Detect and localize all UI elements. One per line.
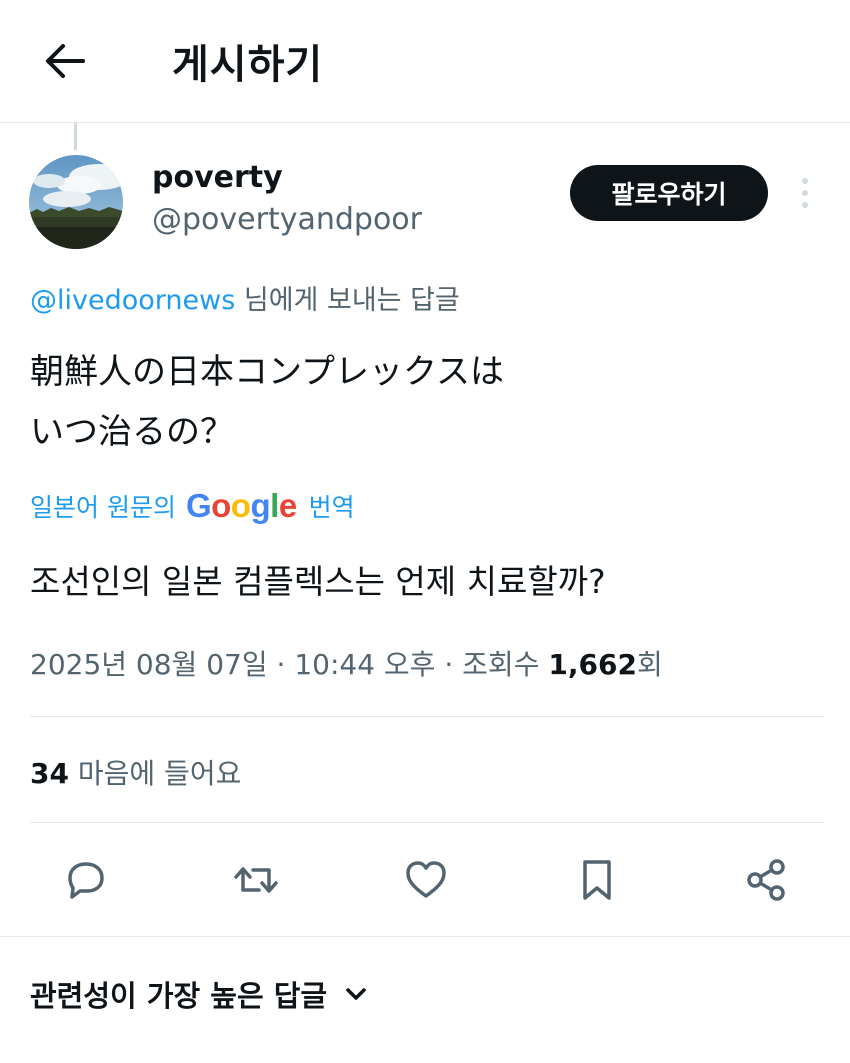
reply-context: @livedoornews 님에게 보내는 답글 [30, 278, 460, 317]
action-bar [0, 850, 850, 910]
likes-label: 마음에 들어요 [77, 757, 242, 790]
tweet-text-line: いつ治るの？ [30, 412, 234, 452]
follow-button[interactable]: 팔로우하기 [570, 165, 768, 221]
arrow-left-icon [46, 44, 85, 78]
user-handle[interactable]: @povertyandpoor [152, 202, 422, 237]
google-logo: Google [185, 487, 297, 524]
heart-icon [406, 861, 446, 898]
chevron-down-icon [345, 983, 367, 1005]
divider [30, 716, 824, 717]
translate-suffix: 번역 [308, 493, 355, 522]
views-count: 1,662 [548, 648, 637, 681]
display-name[interactable]: poverty [152, 160, 283, 195]
reply-context-suffix: 님에게 보내는 답글 [243, 285, 460, 316]
translated-text: 조선인의 일본 컴플렉스는 언제 치료할까? [30, 562, 606, 601]
page-title: 게시하기 [172, 42, 324, 88]
tweet-metadata: 2025년 08월 07일 · 10:44 오후 · 조회수 1,662회 [30, 643, 663, 683]
likes-count: 34 [30, 757, 69, 790]
meta-separator: · [444, 648, 454, 681]
back-button[interactable] [40, 36, 90, 86]
repost-icon [234, 867, 278, 893]
repost-button[interactable] [226, 850, 286, 910]
tweet-time[interactable]: 10:44 오후 [294, 648, 435, 681]
reply-sort-selector[interactable]: 관련성이 가장 높은 답글 [30, 972, 367, 1016]
thread-connector-line [74, 123, 77, 150]
avatar[interactable] [29, 155, 123, 249]
translate-prefix: 일본어 원문의 [30, 493, 176, 522]
top-bar: 게시하기 [0, 0, 850, 123]
tweet-date[interactable]: 2025년 08월 07일 [30, 648, 268, 681]
share-button[interactable] [737, 850, 797, 910]
tweet-text: 朝鮮人の日本コンプレックスは いつ治るの？ [30, 342, 504, 462]
reply-sort-label: 관련성이 가장 높은 답글 [30, 979, 328, 1013]
more-options-button[interactable] [790, 175, 820, 211]
likes-summary[interactable]: 34 마음에 들어요 [30, 752, 241, 792]
views-label: 조회수 [462, 648, 540, 681]
divider [30, 822, 824, 823]
bookmark-icon [583, 860, 611, 900]
reply-mention-link[interactable]: @livedoornews [30, 285, 235, 316]
tweet-text-line: 朝鮮人の日本コンプレックスは [30, 352, 504, 392]
reply-button[interactable] [56, 850, 116, 910]
divider [0, 936, 850, 937]
like-button[interactable] [396, 850, 456, 910]
avatar-image [29, 155, 123, 249]
views-suffix: 회 [636, 648, 663, 681]
share-icon [747, 859, 785, 901]
reply-icon [68, 862, 104, 899]
meta-separator: · [276, 648, 286, 681]
translate-link[interactable]: 일본어 원문의 Google 번역 [30, 486, 355, 526]
bookmark-button[interactable] [567, 850, 627, 910]
more-vertical-icon [802, 178, 808, 208]
